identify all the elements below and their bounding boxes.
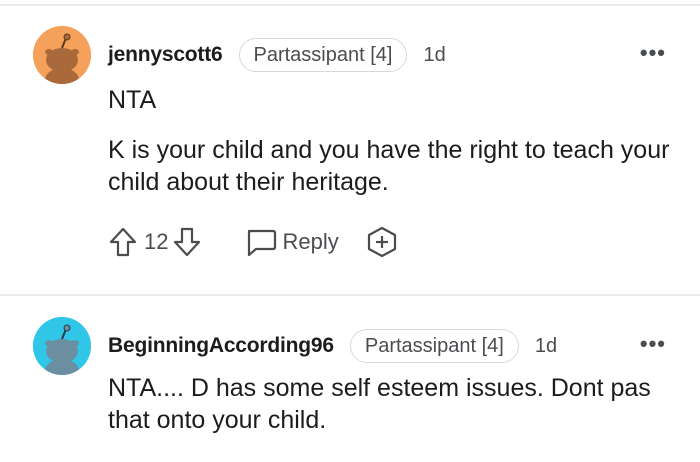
downvote-icon[interactable] — [172, 226, 202, 258]
username[interactable]: jennyscott6 — [108, 43, 223, 67]
comment-2: BeginningAccording96 Partassipant [4] 1d… — [0, 296, 700, 462]
user-flair: Partassipant [4] — [238, 38, 408, 72]
comment-body-line-1: NTA — [108, 86, 157, 114]
username[interactable]: BeginningAccording96 — [108, 334, 334, 358]
snoo-avatar-icon — [33, 26, 91, 84]
upvote-icon[interactable] — [108, 226, 138, 258]
reply-button[interactable]: Reply — [282, 229, 338, 255]
more-options-button[interactable]: ••• — [640, 331, 666, 357]
comment-body-line-2: K is your child and you have the right t… — [108, 136, 670, 196]
comment-1: jennyscott6 Partassipant [4] 1d ••• NTA … — [0, 0, 700, 294]
snoo-avatar-icon — [33, 317, 91, 375]
comment-meta: BeginningAccording96 Partassipant [4] 1d — [108, 329, 557, 363]
award-icon[interactable] — [365, 225, 399, 259]
comment-actions: 12 Reply — [108, 224, 399, 260]
comment-meta: jennyscott6 Partassipant [4] 1d — [108, 38, 446, 72]
comment-age: 1d — [534, 334, 558, 357]
avatar[interactable] — [33, 26, 91, 84]
user-flair: Partassipant [4] — [349, 329, 519, 363]
avatar[interactable] — [33, 317, 91, 375]
comment-body: NTA.... D has some self esteem issues. D… — [108, 374, 651, 434]
reply-icon[interactable] — [244, 227, 278, 257]
comment-age: 1d — [423, 43, 446, 66]
vote-count: 12 — [144, 229, 169, 254]
more-options-button[interactable]: ••• — [640, 40, 666, 66]
